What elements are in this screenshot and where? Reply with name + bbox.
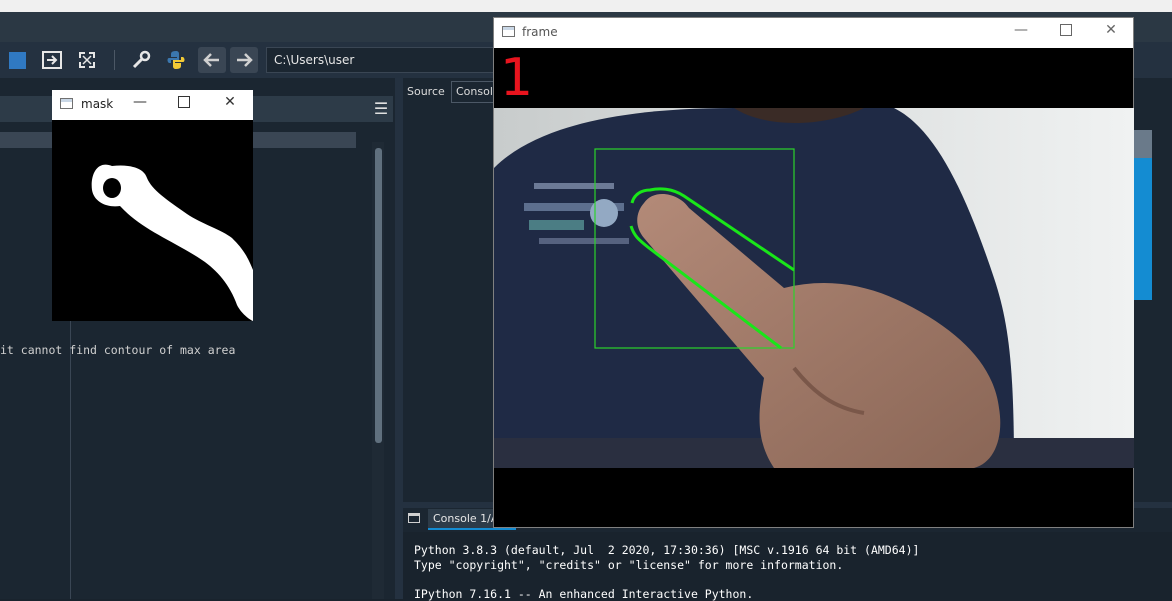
console-line: Type "copyright", "credits" or "license"… bbox=[414, 558, 844, 572]
mask-window[interactable]: mask — ✕ bbox=[52, 90, 253, 321]
minimize-icon[interactable]: — bbox=[132, 94, 148, 110]
hamburger-menu-icon[interactable]: ☰ bbox=[371, 100, 391, 118]
mask-titlebar[interactable]: mask — ✕ bbox=[52, 90, 253, 120]
pane-splitter[interactable] bbox=[395, 78, 403, 599]
mask-image bbox=[52, 120, 253, 321]
frame-window-title: frame bbox=[522, 25, 558, 39]
title-strip bbox=[0, 0, 1172, 12]
stop-square-icon[interactable] bbox=[3, 47, 31, 73]
maximize-icon[interactable] bbox=[176, 96, 192, 108]
toolbar-separator bbox=[114, 50, 115, 70]
frame-titlebar[interactable]: frame — ✕ bbox=[494, 18, 1133, 48]
editor-scrollbar-thumb[interactable] bbox=[375, 148, 382, 443]
close-icon[interactable]: ✕ bbox=[1103, 22, 1119, 38]
wrench-icon[interactable] bbox=[127, 47, 155, 73]
finger-count-label: 1 bbox=[500, 48, 534, 108]
working-directory-input[interactable]: C:\Users\user bbox=[266, 47, 494, 73]
window-app-icon bbox=[502, 26, 515, 37]
run-cell-icon[interactable] bbox=[38, 47, 66, 73]
maximize-pane-icon[interactable] bbox=[73, 47, 101, 73]
tab-source[interactable]: Source bbox=[407, 85, 445, 98]
maximize-icon[interactable] bbox=[1058, 24, 1074, 36]
close-icon[interactable]: ✕ bbox=[222, 94, 238, 110]
window-app-icon bbox=[60, 98, 73, 109]
arrow-right-icon[interactable] bbox=[230, 47, 258, 73]
editor-output-line: it cannot find contour of max area bbox=[0, 343, 236, 357]
webcam-image bbox=[494, 108, 1134, 468]
webcam-frame bbox=[494, 108, 1134, 468]
python-icon[interactable] bbox=[162, 47, 190, 73]
arrow-left-icon[interactable] bbox=[198, 47, 226, 73]
mask-window-title: mask bbox=[81, 97, 114, 111]
side-panel-header bbox=[1134, 130, 1152, 158]
console-line: Python 3.8.3 (default, Jul 2 2020, 17:30… bbox=[414, 543, 920, 557]
console-window-icon[interactable] bbox=[408, 513, 420, 523]
minimize-icon[interactable]: — bbox=[1013, 22, 1029, 38]
